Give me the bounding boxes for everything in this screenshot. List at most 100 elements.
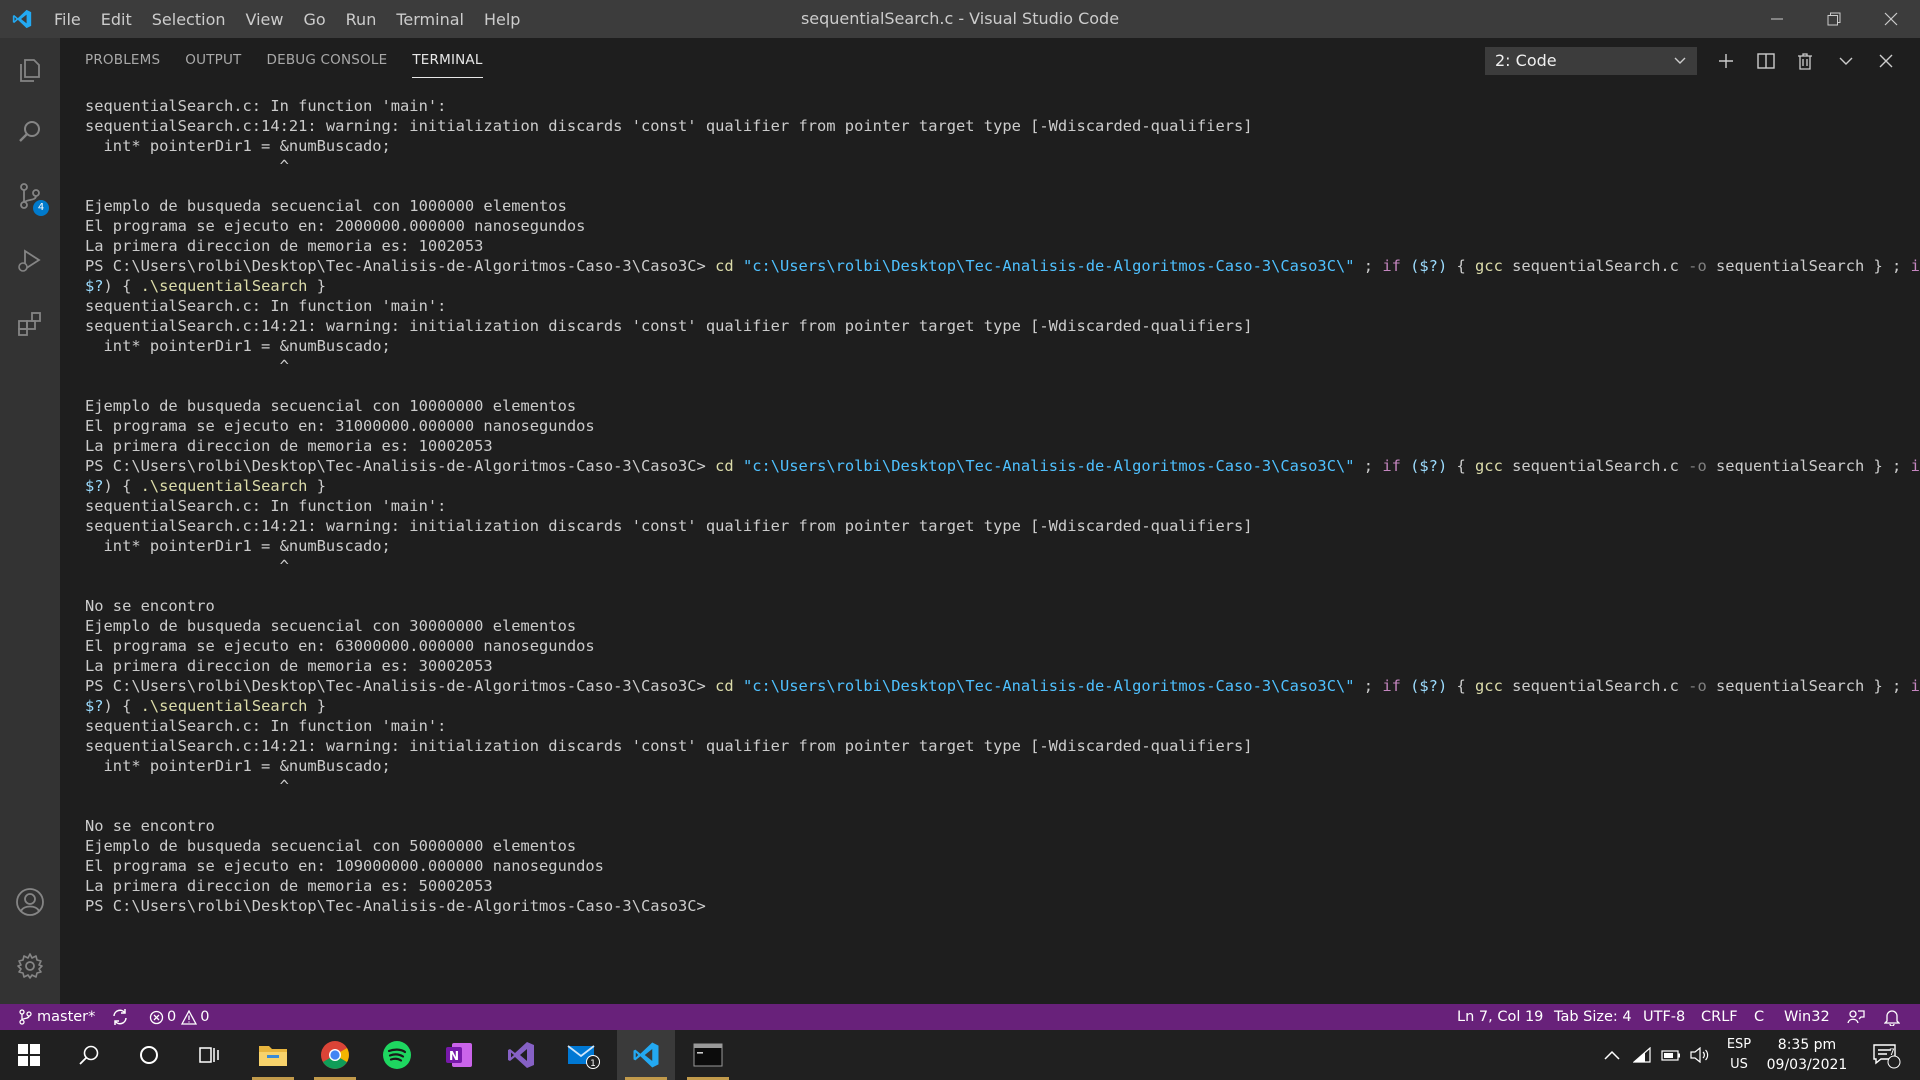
tab-terminal[interactable]: TERMINAL [412, 42, 483, 78]
battery-icon-button[interactable] [1659, 1030, 1683, 1080]
mail-icon: 1 [567, 1045, 600, 1069]
sync-button[interactable] [111, 1004, 129, 1030]
taskbar-search-button[interactable] [60, 1030, 118, 1080]
accounts-button[interactable] [0, 872, 60, 932]
taskbar-mail[interactable]: 1 [554, 1030, 612, 1080]
volume-icon-button[interactable] [1688, 1030, 1712, 1080]
start-button[interactable] [0, 1030, 58, 1080]
action-center-button[interactable]: 7 [1862, 1030, 1910, 1080]
terminal-line: sequentialSearch.c:14:21: warning: initi… [85, 117, 1253, 135]
terminal-selector[interactable]: 2: Code [1485, 47, 1697, 75]
terminal-panel: PROBLEMS OUTPUT DEBUG CONSOLE TERMINAL 2… [60, 38, 1920, 1004]
network-icon-button[interactable] [1631, 1030, 1653, 1080]
taskbar-visual-studio[interactable] [492, 1030, 550, 1080]
terminal-line: sequentialSearch.c:14:21: warning: initi… [85, 737, 1253, 755]
source-control-button[interactable]: 4 [0, 166, 60, 226]
kill-terminal-button[interactable] [1790, 47, 1820, 75]
c-configuration[interactable]: Win32 [1784, 1004, 1830, 1030]
feedback-button[interactable] [1847, 1004, 1865, 1030]
menu-view[interactable]: View [236, 10, 294, 29]
run-debug-button[interactable] [0, 230, 60, 290]
terminal-line: La primera direccion de memoria es: 1002… [85, 237, 484, 255]
git-branch-icon [19, 1009, 32, 1025]
notifications-button[interactable] [1884, 1004, 1900, 1030]
close-icon [1879, 54, 1893, 68]
terminal-line: ^ [85, 777, 289, 795]
branch-status[interactable]: master* [18, 1004, 95, 1030]
terminal-line: Ejemplo de busqueda secuencial con 50000… [85, 837, 577, 855]
menu-terminal[interactable]: Terminal [386, 10, 474, 29]
tab-problems[interactable]: PROBLEMS [85, 42, 160, 78]
search-icon [19, 121, 40, 142]
encoding[interactable]: UTF-8 [1643, 1004, 1685, 1030]
taskbar-file-explorer[interactable] [244, 1030, 302, 1080]
terminal-line: ^ [85, 157, 289, 175]
terminal-prompt: PS C:\Users\rolbi\Desktop\Tec-Analisis-d… [85, 457, 706, 475]
extensions-button[interactable] [0, 294, 60, 354]
status-bar: master* 0 0 Ln 7, Col 19 Tab Size: 4 UTF… [0, 1004, 1920, 1030]
branch-name: master* [37, 1009, 96, 1025]
input-language-button[interactable]: ESP US [1718, 1030, 1760, 1080]
taskbar-onenote[interactable]: N [430, 1030, 488, 1080]
minimize-button[interactable] [1748, 0, 1805, 38]
menu-run[interactable]: Run [336, 10, 387, 29]
end-of-line[interactable]: CRLF [1701, 1004, 1738, 1030]
chevron-down-icon [1674, 57, 1686, 64]
split-icon [1757, 53, 1775, 69]
close-panel-button[interactable] [1871, 47, 1901, 75]
files-icon [20, 59, 40, 82]
terminal-line: Ejemplo de busqueda secuencial con 10000… [85, 197, 567, 215]
split-terminal-button[interactable] [1751, 47, 1781, 75]
extensions-icon [18, 312, 41, 336]
cortana-icon [140, 1046, 158, 1064]
terminal-line: No se encontro [85, 817, 215, 835]
chrome-icon [321, 1041, 349, 1069]
tab-debug-console[interactable]: DEBUG CONSOLE [267, 42, 388, 78]
manage-button[interactable] [0, 936, 60, 996]
explorer-button[interactable] [0, 40, 60, 100]
terminal-line: int* pointerDir1 = &numBuscado; [85, 137, 391, 155]
clock-time: 8:35 pm [1777, 1037, 1837, 1053]
menu-selection[interactable]: Selection [142, 10, 236, 29]
notification-count: 7 [1889, 1048, 1895, 1058]
battery-icon [1661, 1050, 1680, 1061]
clock[interactable]: 8:35 pm 09/03/2021 [1762, 1030, 1852, 1080]
search-icon [79, 1045, 99, 1065]
terminal-line: No se encontro [85, 597, 215, 615]
terminal-line: ^ [85, 357, 289, 375]
menu-edit[interactable]: Edit [91, 10, 142, 29]
activity-bar: 4 [0, 38, 60, 1004]
menu-bar: File Edit Selection View Go Run Terminal… [44, 0, 530, 38]
title-bar: File Edit Selection View Go Run Terminal… [0, 0, 1920, 38]
terminal-line: sequentialSearch.c: In function 'main': [85, 497, 447, 515]
close-window-button[interactable] [1862, 0, 1919, 38]
new-terminal-button[interactable] [1711, 47, 1741, 75]
search-view-button[interactable] [0, 102, 60, 162]
cortana-button[interactable] [120, 1030, 178, 1080]
warning-icon [181, 1009, 198, 1025]
menu-help[interactable]: Help [474, 10, 530, 29]
menu-go[interactable]: Go [293, 10, 335, 29]
maximize-panel-button[interactable] [1831, 47, 1861, 75]
cursor-position[interactable]: Ln 7, Col 19 [1457, 1004, 1543, 1030]
clock-date: 09/03/2021 [1766, 1057, 1848, 1073]
taskbar-vscode[interactable] [617, 1030, 675, 1080]
problems-status[interactable]: 0 0 [149, 1004, 209, 1030]
tab-output[interactable]: OUTPUT [185, 42, 241, 78]
taskbar-spotify[interactable] [368, 1030, 426, 1080]
tab-size[interactable]: Tab Size: 4 [1554, 1004, 1632, 1030]
warning-count: 0 [200, 1009, 210, 1025]
terminal-output[interactable]: sequentialSearch.c: In function 'main': … [85, 96, 1920, 916]
trash-icon [1798, 53, 1812, 70]
run-debug-icon [18, 249, 41, 272]
restore-button[interactable] [1805, 0, 1862, 38]
task-view-button[interactable] [180, 1030, 238, 1080]
terminal-line: int* pointerDir1 = &numBuscado; [85, 337, 391, 355]
menu-file[interactable]: File [44, 10, 91, 29]
taskbar-chrome[interactable] [306, 1030, 364, 1080]
language-mode[interactable]: C [1754, 1004, 1764, 1030]
terminal-prompt: PS C:\Users\rolbi\Desktop\Tec-Analisis-d… [85, 257, 706, 275]
show-hidden-icons-button[interactable] [1600, 1030, 1624, 1080]
taskbar-terminal[interactable] [679, 1030, 737, 1080]
visual-studio-icon [508, 1042, 534, 1068]
